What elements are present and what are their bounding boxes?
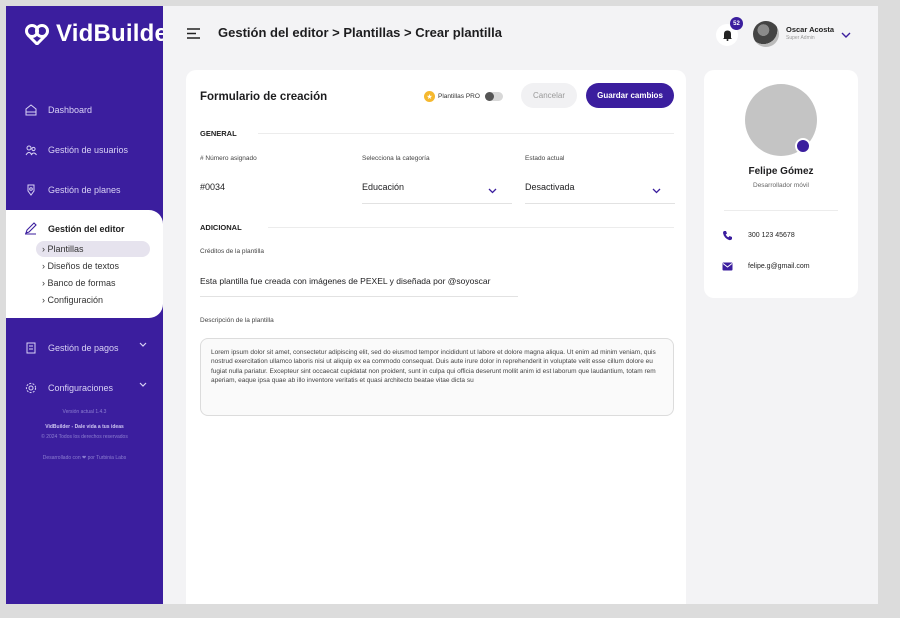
plans-icon: [24, 183, 38, 197]
sidebar-tagline: VidBuilder - Dale vida a tus ideas: [45, 424, 124, 430]
profile-phone[interactable]: 300 123 45678: [722, 230, 795, 241]
description-textarea[interactable]: Lorem ipsum dolor sit amet, consectetur …: [200, 338, 674, 416]
form-title: Formulario de creación: [200, 91, 328, 103]
credits-label: Créditos de la plantilla: [200, 248, 264, 255]
phone-icon: [722, 230, 736, 241]
sidebar-copyright: © 2024 Todos los derechos reservados: [41, 434, 128, 440]
chevron-down-icon: [139, 342, 147, 347]
field-underline: [362, 203, 512, 204]
dashboard-icon: [24, 103, 38, 117]
status-dot: [795, 138, 811, 154]
profile-email[interactable]: felipe.g@gmail.com: [722, 262, 810, 271]
bell-icon: [722, 30, 732, 41]
payments-icon: [24, 341, 38, 355]
credits-field[interactable]: Esta plantilla fue creada con imágenes d…: [200, 276, 490, 286]
menu-icon[interactable]: [187, 28, 200, 39]
section-additional: ADICIONAL: [200, 223, 242, 232]
content-background: [163, 6, 181, 604]
top-header: Gestión del editor > Plantillas > Crear …: [181, 6, 878, 66]
sidebar-item-label: Configuraciones: [48, 383, 114, 393]
divider: [724, 210, 838, 211]
chevron-down-icon: [139, 382, 147, 387]
logo-icon: [25, 24, 49, 45]
sidebar-item-plans[interactable]: Gestión de planes: [6, 170, 163, 210]
sidebar-item-settings[interactable]: Configuraciones: [6, 368, 163, 408]
logo[interactable]: VidBuilder: [24, 20, 163, 48]
description-label: Descripción de la plantilla: [200, 317, 274, 324]
sidebar-credit: Desarrollado con ❤ por Turbinia Labs: [42, 455, 127, 461]
category-label: Selecciona la categoría: [362, 155, 430, 162]
number-field[interactable]: #0034: [200, 182, 225, 192]
category-select[interactable]: Educación: [362, 182, 404, 192]
status-select[interactable]: Desactivada: [525, 182, 575, 192]
sidebar-item-dashboard[interactable]: Dashboard: [6, 90, 163, 130]
cancel-button[interactable]: Cancelar: [521, 83, 577, 108]
sidebar-item-editor[interactable]: Gestión del editor › Plantillas › Diseño…: [6, 210, 163, 318]
sidebar-item-label: Gestión de planes: [48, 185, 121, 195]
sidebar-subitem-disenos-textos[interactable]: › Diseños de textos: [36, 258, 150, 274]
pro-label: Plantillas PRO: [438, 93, 480, 100]
app-frame: VidBuilder Dashboard Gestión de usuarios…: [6, 6, 878, 604]
status-label: Estado actual: [525, 155, 565, 162]
sidebar-item-label: Gestión de pagos: [48, 343, 119, 353]
sidebar: VidBuilder Dashboard Gestión de usuarios…: [6, 6, 163, 604]
users-icon: [24, 143, 38, 157]
pro-switch[interactable]: [484, 92, 503, 101]
number-label: # Número asignado: [200, 155, 257, 162]
sidebar-subitem-configuracion[interactable]: › Configuración: [36, 292, 150, 308]
mail-icon: [722, 262, 736, 271]
divider: [258, 133, 674, 134]
user-role: Super Admin: [786, 35, 815, 41]
field-underline: [200, 296, 518, 297]
sidebar-item-users[interactable]: Gestión de usuarios: [6, 130, 163, 170]
profile-role: Desarrollador móvil: [753, 182, 809, 189]
sidebar-item-label: Gestión de usuarios: [48, 145, 129, 155]
settings-icon: [24, 381, 38, 395]
divider: [268, 227, 674, 228]
sidebar-item-editor-head[interactable]: Gestión del editor: [6, 222, 163, 236]
form-card: Formulario de creación ★ Plantillas PRO …: [186, 70, 686, 604]
sidebar-subitem-plantillas[interactable]: › Plantillas: [36, 241, 150, 257]
profile-card: Felipe Gómez Desarrollador móvil 300 123…: [704, 70, 858, 298]
pro-toggle[interactable]: ★ Plantillas PRO: [424, 91, 503, 102]
user-name: Oscar Acosta: [786, 25, 835, 34]
chevron-down-icon[interactable]: [652, 188, 661, 194]
save-button[interactable]: Guardar cambios: [586, 83, 674, 108]
sidebar-subitem-banco-formas[interactable]: › Banco de formas: [36, 275, 150, 291]
chevron-down-icon[interactable]: [488, 188, 497, 194]
profile-name: Felipe Gómez: [748, 166, 814, 177]
chevron-down-icon[interactable]: [841, 32, 851, 39]
sidebar-item-label: Gestión del editor: [48, 224, 125, 234]
star-icon: ★: [424, 91, 435, 102]
sidebar-item-payments[interactable]: Gestión de pagos: [6, 328, 163, 368]
editor-icon: [24, 222, 38, 236]
page-title: Gestión del editor > Plantillas > Crear …: [218, 25, 502, 40]
section-general: GENERAL: [200, 129, 237, 138]
sidebar-nav: Dashboard Gestión de usuarios Gestión de…: [6, 90, 163, 408]
logo-text: VidBuilder: [56, 20, 163, 47]
sidebar-item-label: Dashboard: [48, 105, 93, 115]
notifications-badge: 52: [730, 17, 743, 30]
field-underline: [525, 203, 675, 204]
avatar[interactable]: [753, 21, 779, 47]
sidebar-version: Versión actual 1.4.3: [62, 409, 107, 415]
